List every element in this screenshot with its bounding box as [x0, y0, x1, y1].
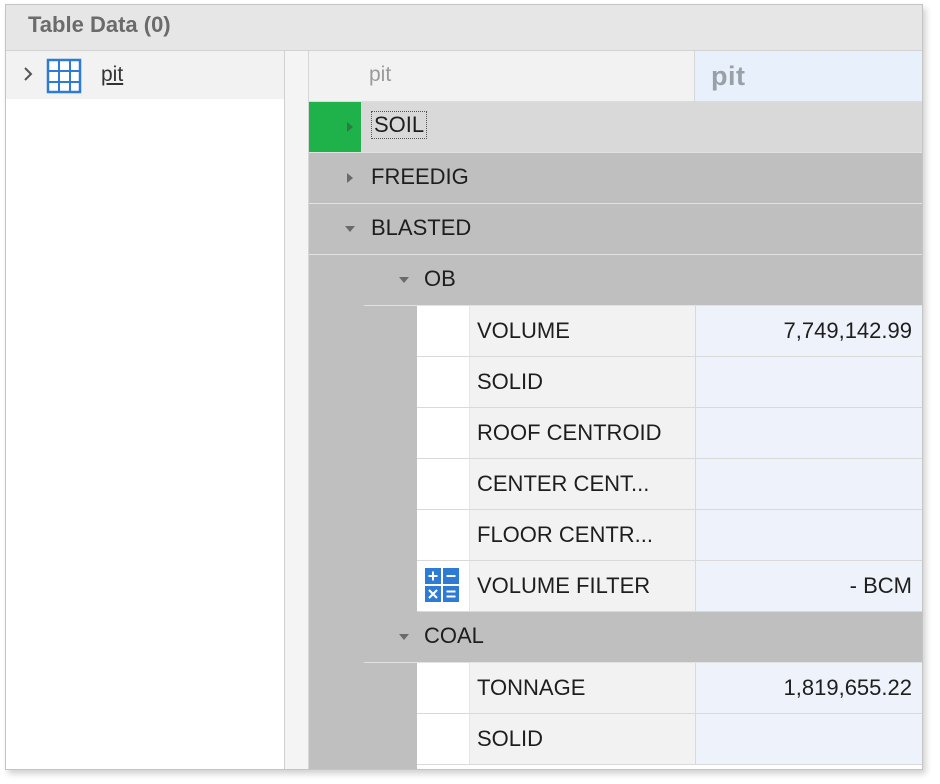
chevron-right-icon[interactable]	[20, 66, 36, 82]
collapse-arrow-icon[interactable]	[399, 634, 409, 640]
property-value-cell[interactable]	[696, 714, 922, 764]
property-value: - BCM	[849, 573, 912, 598]
group-row-blasted[interactable]: BLASTED	[309, 204, 922, 255]
tree-pane: pit	[6, 51, 285, 769]
tree-item-label: pit	[101, 63, 124, 86]
table-row[interactable]: FLOOR CENTR...	[417, 510, 922, 561]
property-value-cell[interactable]: 1,819,655.22	[696, 663, 922, 713]
property-name: SOLID	[477, 369, 544, 394]
property-name-cell: FLOOR CENTR...	[470, 510, 696, 560]
group-row-ob[interactable]: OB	[364, 255, 922, 306]
collapse-arrow-icon[interactable]	[399, 277, 409, 283]
property-name-cell: ROOF CENTROID	[470, 408, 696, 458]
table-row[interactable]: TONNAGE 1,819,655.22	[417, 663, 922, 714]
property-value-cell[interactable]	[696, 408, 922, 458]
panel-header: Table Data (0)	[6, 5, 922, 51]
property-name: SOLID	[477, 726, 544, 751]
panel-title: Table Data (0)	[28, 12, 171, 37]
group-label: OB	[424, 266, 456, 291]
column-header-pit-value[interactable]: pit	[695, 51, 922, 101]
table-row[interactable]: ROOF CENTROID	[417, 408, 922, 459]
property-name: VOLUME FILTER	[477, 573, 651, 598]
group-label: BLASTED	[371, 215, 472, 240]
group-indent	[309, 255, 364, 769]
property-name-cell: SOLID	[470, 714, 696, 764]
row-icon-cell	[417, 714, 470, 764]
calculator-icon[interactable]	[424, 567, 460, 603]
row-icon-cell	[417, 459, 470, 509]
table-data-panel: Table Data (0) pit pit pit SOIL FREEDIG …	[5, 4, 923, 770]
group-row-freedig[interactable]: FREEDIG	[309, 153, 922, 204]
group-indent	[364, 663, 417, 769]
property-value-cell[interactable]	[696, 510, 922, 560]
property-name-cell: TONNAGE	[470, 663, 696, 713]
property-name-cell: SOLID	[470, 357, 696, 407]
property-value-cell[interactable]	[696, 357, 922, 407]
table-row[interactable]: VOLUME FILTER - BCM	[417, 561, 922, 612]
table-row[interactable]: CENTER CENT...	[417, 459, 922, 510]
table-grid-icon	[46, 58, 82, 94]
table-row[interactable]: SOLID	[417, 357, 922, 408]
column-header-label: pit	[369, 63, 392, 86]
row-icon-cell	[417, 357, 470, 407]
property-name: VOLUME	[477, 318, 570, 343]
column-header-pit-name[interactable]: pit	[309, 51, 695, 101]
property-value-cell[interactable]: - BCM	[696, 561, 922, 611]
table-row[interactable]: SOLID	[417, 714, 922, 765]
selected-row-marker	[309, 102, 361, 152]
property-name-cell: VOLUME FILTER	[470, 561, 696, 611]
property-value: 7,749,142.99	[783, 318, 912, 343]
table-row[interactable]: VOLUME 7,749,142.99	[417, 306, 922, 357]
group-row-coal[interactable]: COAL	[364, 612, 922, 663]
row-icon-cell	[417, 561, 470, 611]
group-row-soil[interactable]: SOIL	[309, 102, 922, 153]
row-icon-cell	[417, 663, 470, 713]
property-name: ROOF CENTROID	[477, 420, 662, 445]
property-value-cell[interactable]: 7,749,142.99	[696, 306, 922, 356]
property-value: 1,819,655.22	[783, 675, 912, 700]
property-name-cell: VOLUME	[470, 306, 696, 356]
pane-splitter[interactable]	[285, 51, 309, 769]
row-icon-cell	[417, 408, 470, 458]
property-name: TONNAGE	[477, 675, 586, 700]
expand-arrow-icon[interactable]	[347, 122, 353, 132]
group-label: SOIL	[371, 111, 428, 139]
collapse-arrow-icon[interactable]	[345, 226, 355, 232]
tree-item-pit[interactable]: pit	[6, 51, 284, 99]
property-value-cell[interactable]	[696, 459, 922, 509]
group-label: FREEDIG	[371, 164, 469, 189]
expand-arrow-icon[interactable]	[347, 173, 353, 183]
row-icon-cell	[417, 306, 470, 356]
property-name: FLOOR CENTR...	[477, 522, 654, 547]
property-name-cell: CENTER CENT...	[470, 459, 696, 509]
row-icon-cell	[417, 510, 470, 560]
column-header-row: pit pit	[309, 51, 922, 102]
group-label: COAL	[424, 623, 484, 648]
group-indent	[364, 306, 417, 612]
property-name: CENTER CENT...	[477, 471, 650, 496]
property-grid: pit pit SOIL FREEDIG BLASTED OB VOLUME 7…	[309, 51, 922, 769]
column-header-label: pit	[711, 61, 746, 91]
